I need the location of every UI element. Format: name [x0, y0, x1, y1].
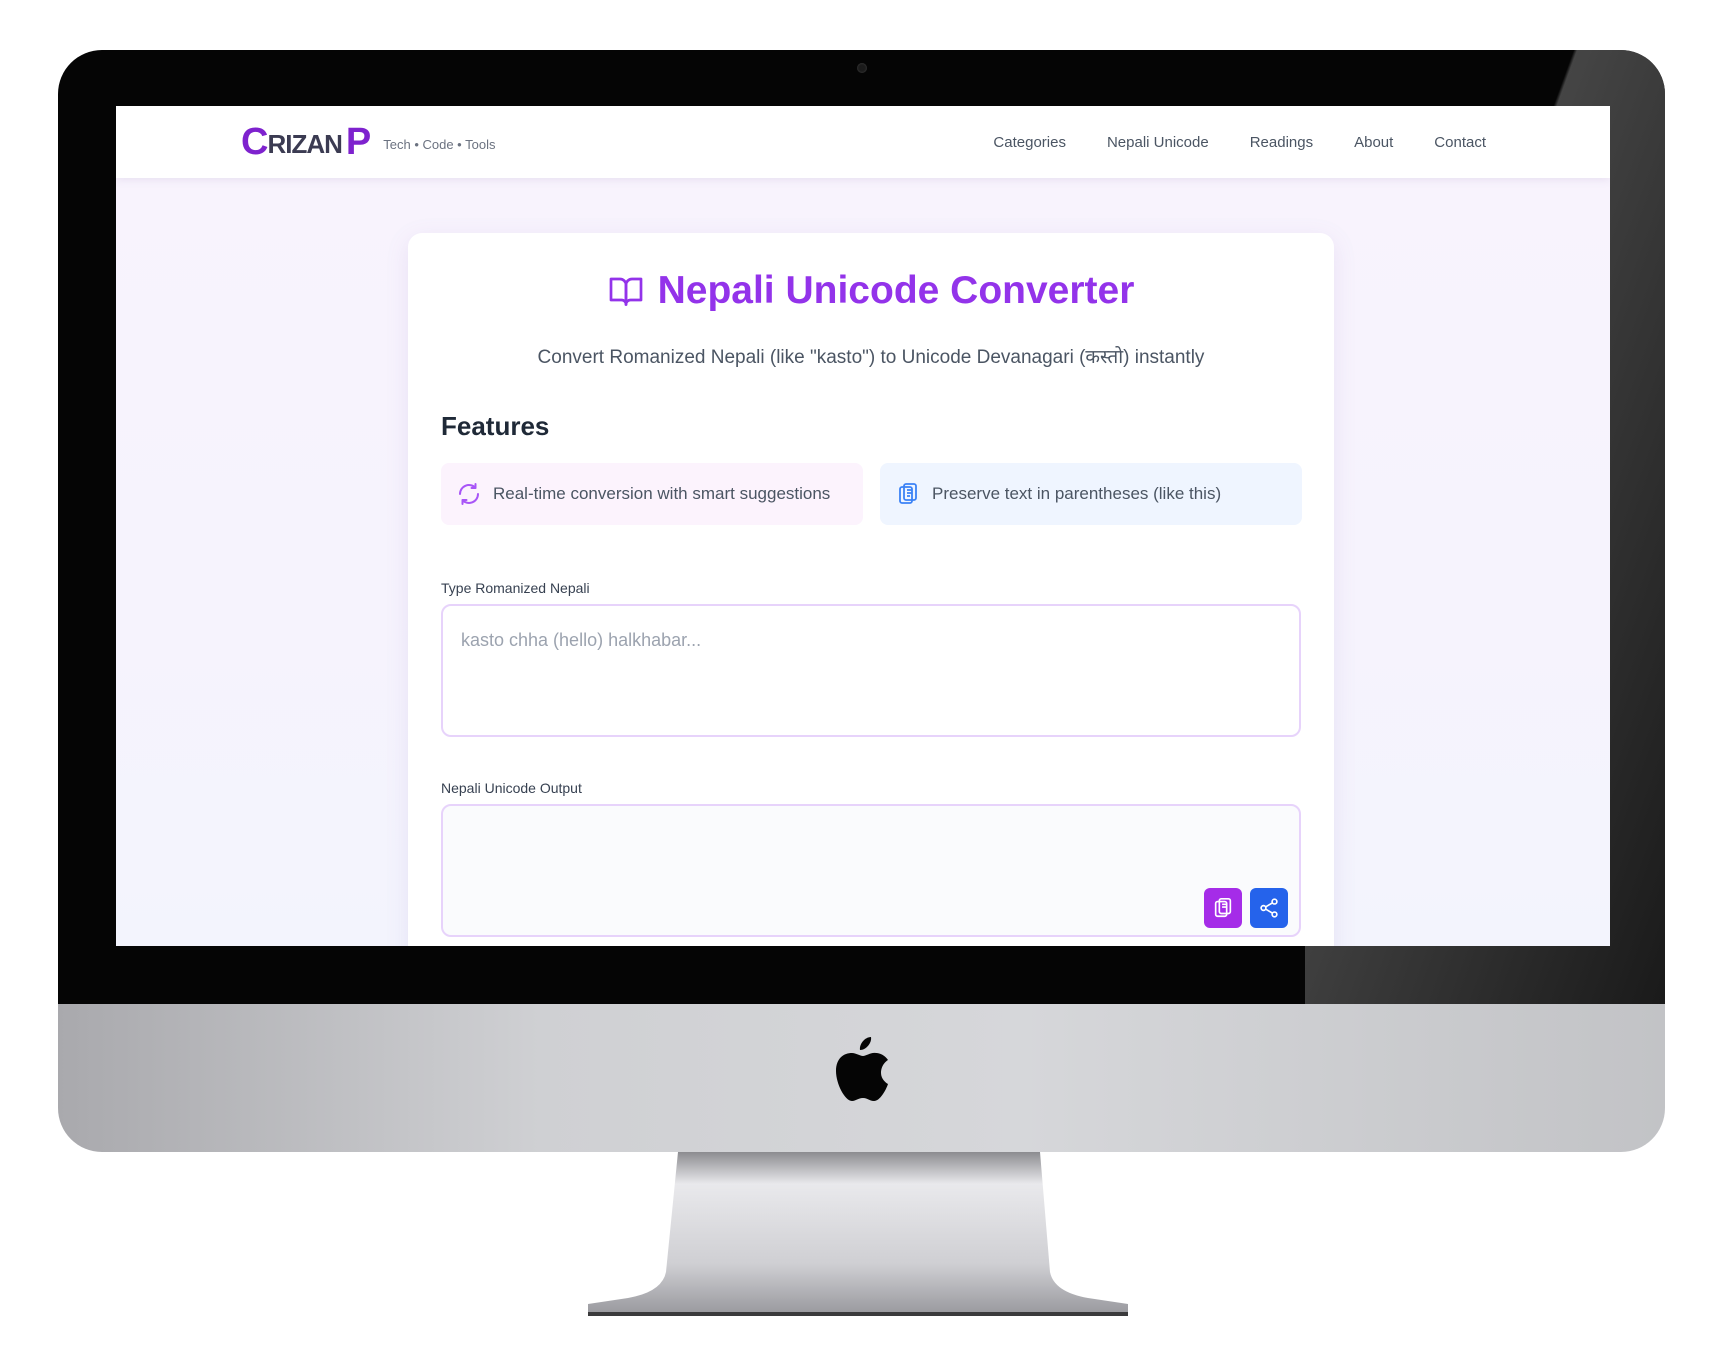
- nav-categories[interactable]: Categories: [993, 134, 1066, 151]
- refresh-icon: [459, 483, 479, 505]
- logo-letter-c: C: [241, 120, 268, 163]
- browser-viewport: C RIZAN P Tech • Code • Tools Categories…: [116, 106, 1610, 946]
- nav-about[interactable]: About: [1354, 134, 1393, 151]
- webcam: [857, 63, 867, 73]
- nav-contact[interactable]: Contact: [1434, 134, 1486, 151]
- title-row: Nepali Unicode Converter: [408, 269, 1334, 313]
- apple-logo-icon: [836, 1037, 888, 1101]
- page-subtitle: Convert Romanized Nepali (like "kasto") …: [537, 347, 1205, 368]
- copy-button[interactable]: [1204, 888, 1242, 928]
- share-icon: [1260, 898, 1278, 918]
- main-nav: Categories Nepali Unicode Readings About…: [993, 106, 1486, 178]
- site-logo[interactable]: C RIZAN P Tech • Code • Tools: [241, 120, 495, 164]
- feature-preserve: Preserve text in parentheses (like this): [880, 463, 1302, 525]
- feature-preserve-text: Preserve text in parentheses (like this): [932, 484, 1222, 503]
- input-label: Type Romanized Nepali: [441, 580, 590, 596]
- clipboard-icon: [899, 483, 917, 504]
- nav-nepali-unicode[interactable]: Nepali Unicode: [1107, 134, 1209, 151]
- logo-text: RIZAN: [267, 128, 342, 159]
- nav-readings[interactable]: Readings: [1250, 134, 1313, 151]
- features-heading: Features: [441, 411, 550, 441]
- site-tagline: Tech • Code • Tools: [383, 136, 496, 152]
- output-label: Nepali Unicode Output: [441, 780, 582, 796]
- romanized-input[interactable]: kasto chha (hello) halkhabar...: [441, 604, 1301, 737]
- feature-realtime-text: Real-time conversion with smart suggesti…: [493, 484, 831, 503]
- site-header: C RIZAN P Tech • Code • Tools Categories…: [116, 106, 1610, 178]
- copy-icon: [1214, 898, 1232, 918]
- page-title: Nepali Unicode Converter: [657, 269, 1135, 312]
- share-button[interactable]: [1250, 888, 1288, 928]
- feature-realtime: Real-time conversion with smart suggesti…: [441, 463, 863, 525]
- input-placeholder: kasto chha (hello) halkhabar...: [461, 630, 702, 650]
- unicode-output[interactable]: [441, 804, 1301, 937]
- logo-letter-p: P: [345, 120, 372, 163]
- monitor-stand: [588, 1152, 1128, 1316]
- converter-card: Nepali Unicode Converter Convert Romaniz…: [408, 233, 1334, 946]
- open-book-icon: [609, 277, 642, 306]
